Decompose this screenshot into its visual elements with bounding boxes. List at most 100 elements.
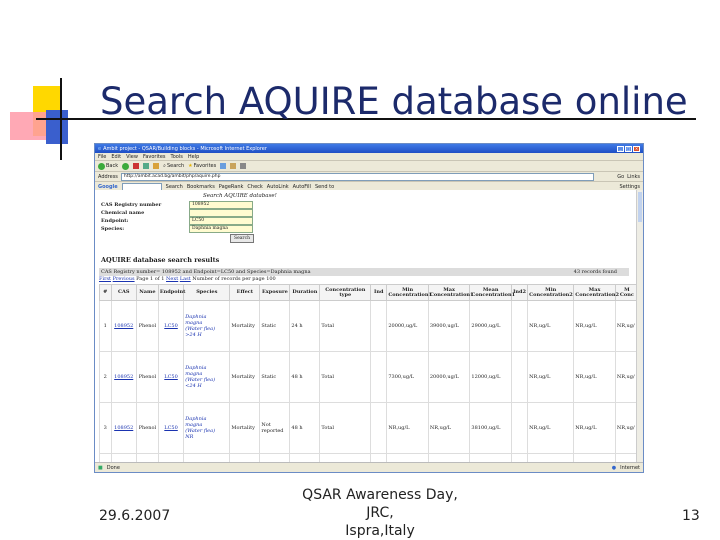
close-icon[interactable]: × xyxy=(633,145,640,152)
menu-file[interactable]: File xyxy=(98,154,106,160)
table-cell-mean1: 38100,ug/L xyxy=(469,402,512,454)
endpoint-select[interactable]: LC50 xyxy=(189,217,253,225)
print-icon[interactable] xyxy=(240,163,247,169)
results-info-bar: CAS Registry number= 108952 and Endpoint… xyxy=(99,268,629,276)
star-icon: ★ xyxy=(188,163,193,169)
menu-favorites[interactable]: Favorites xyxy=(143,154,166,160)
table-cell-max2: NR,ug/L xyxy=(573,402,616,454)
media-icon[interactable] xyxy=(220,163,227,169)
search-submit-button[interactable]: Search xyxy=(230,234,254,243)
address-input[interactable]: http://ambit.acad.bg/ambit/php/aquire.ph… xyxy=(120,172,595,181)
google-autofill-button[interactable]: AutoFill xyxy=(293,184,311,190)
table-cell-max1: 20000,ug/L xyxy=(427,351,471,403)
google-autolink-button[interactable]: AutoLink xyxy=(267,184,289,190)
table-cell-ind xyxy=(370,402,388,454)
col-header[interactable]: Name xyxy=(135,284,159,301)
table-cell-species[interactable]: Daphnia magna (Water flea) NR xyxy=(183,402,231,454)
table-cell-min1: NR,ug/L xyxy=(386,402,429,454)
table-cell-max2: NR,ug/L xyxy=(573,351,616,403)
menu-tools[interactable]: Tools xyxy=(171,154,183,160)
nav-next-link[interactable]: Next xyxy=(166,276,178,282)
table-cell-duration: 24 h xyxy=(289,300,321,352)
search-button[interactable]: ⌕ Search xyxy=(163,163,184,169)
col-header[interactable]: Species xyxy=(183,284,231,301)
scrollbar-thumb[interactable] xyxy=(638,192,642,222)
col-header[interactable]: Exposure xyxy=(259,284,291,301)
table-cell-duration: 48 h xyxy=(289,351,321,403)
col-header[interactable]: CAS xyxy=(110,284,137,301)
cas-input[interactable]: 108952 xyxy=(189,201,253,209)
google-bookmarks-button[interactable]: Bookmarks xyxy=(187,184,215,190)
nav-last-link[interactable]: Last xyxy=(180,276,191,282)
table-cell-max2: NR,ug/L xyxy=(573,300,616,352)
forward-arrow-icon[interactable] xyxy=(122,162,130,170)
cas-link[interactable]: 108952 xyxy=(114,374,133,380)
back-button[interactable]: Back xyxy=(98,162,118,170)
col-header[interactable]: Concentration type xyxy=(319,284,372,301)
results-count: 43 records found xyxy=(573,269,617,275)
links-label[interactable]: Links xyxy=(627,174,640,180)
endpoint-link[interactable]: LC50 xyxy=(164,425,178,431)
col-header[interactable]: Max Concentration2 xyxy=(573,284,619,301)
google-check-button[interactable]: Check xyxy=(247,184,262,190)
table-cell-min2: NR,ug/L xyxy=(527,402,575,454)
col-header[interactable]: Ind2 xyxy=(510,284,529,301)
col-header[interactable]: Duration xyxy=(289,284,321,301)
slide-title: Search AQUIRE database online xyxy=(100,80,688,123)
endpoint-link[interactable]: LC50 xyxy=(164,374,178,380)
table-cell-cas[interactable]: 108952 xyxy=(110,402,137,454)
species-select[interactable]: Daphnia magna xyxy=(189,225,253,233)
table-cell-endpoint[interactable]: LC50 xyxy=(157,402,185,454)
col-header[interactable]: Min Concentration1 xyxy=(386,284,432,301)
table-header-row: # CAS Name Endpoint Species Effect Expos… xyxy=(99,284,637,301)
species-line: >24 H xyxy=(185,332,202,338)
table-cell-species[interactable]: Daphnia magna (Water flea) >24 H xyxy=(183,300,231,352)
minimize-icon[interactable]: _ xyxy=(617,145,624,152)
col-header[interactable]: Min Concentration2 xyxy=(527,284,575,301)
table-cell-m: NR,ug/ xyxy=(614,300,637,352)
refresh-icon[interactable] xyxy=(143,163,150,169)
col-header[interactable]: Endpoint xyxy=(157,284,185,301)
table-cell-n: 3 xyxy=(99,402,112,454)
pagination: First Previous Page 1 of 1 Next Last Num… xyxy=(99,276,276,282)
endpoint-link[interactable]: LC50 xyxy=(164,323,178,329)
google-sendto-button[interactable]: Send to xyxy=(315,184,334,190)
table-cell-conc-type: Total xyxy=(319,351,372,403)
table-cell-species[interactable]: Daphnia magna (Water flea) <24 H xyxy=(183,351,231,403)
nav-previous-link[interactable]: Previous xyxy=(113,276,135,282)
table-cell-max1: NR,ug/L xyxy=(427,402,471,454)
home-icon[interactable] xyxy=(153,163,160,169)
google-logo: Google xyxy=(98,183,118,190)
menu-edit[interactable]: Edit xyxy=(111,154,121,160)
form-row-chemical: Chemical name xyxy=(101,209,301,217)
favorites-button[interactable]: ★ Favorites xyxy=(188,163,216,169)
google-pagerank[interactable]: PageRank xyxy=(219,184,244,190)
table-row: 2 108952 Phenol LC50 Daphnia magna (Water flea… xyxy=(99,351,637,403)
col-header[interactable]: # xyxy=(99,284,112,301)
vertical-scrollbar[interactable] xyxy=(636,190,643,463)
col-header[interactable]: Ind xyxy=(370,284,388,301)
table-cell-endpoint[interactable]: LC50 xyxy=(157,300,185,352)
menu-view[interactable]: View xyxy=(126,154,138,160)
col-header[interactable]: Max Concentration1 xyxy=(427,284,474,301)
go-button[interactable]: Go xyxy=(617,174,624,180)
nav-records-per-page: Number of records per page 100 xyxy=(192,276,276,282)
maximize-icon[interactable]: □ xyxy=(625,145,632,152)
table-cell-endpoint[interactable]: LC50 xyxy=(157,351,185,403)
table-cell-cas[interactable]: 108952 xyxy=(110,351,137,403)
mail-icon[interactable] xyxy=(230,163,237,169)
table-cell-min2: NR,ug/L xyxy=(527,300,575,352)
stop-icon[interactable] xyxy=(133,163,140,169)
col-header[interactable]: Effect xyxy=(229,284,261,301)
cas-link[interactable]: 108952 xyxy=(114,425,133,431)
col-header[interactable]: Mean Concentration1 xyxy=(469,284,515,301)
nav-first-link[interactable]: First xyxy=(99,276,111,282)
menu-help[interactable]: Help xyxy=(188,154,199,160)
table-cell-cas[interactable]: 108952 xyxy=(110,300,137,352)
chemical-name-input[interactable] xyxy=(189,209,253,217)
table-cell-max1: 39000,ug/L xyxy=(427,300,471,352)
google-settings-button[interactable]: Settings xyxy=(619,184,640,190)
google-search-button[interactable]: Search xyxy=(166,184,183,190)
cas-link[interactable]: 108952 xyxy=(114,323,133,329)
table-cell-conc-type: Total xyxy=(319,402,372,454)
